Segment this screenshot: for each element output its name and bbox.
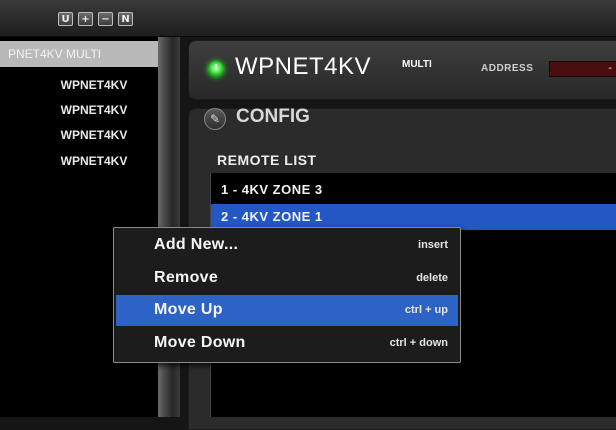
menu-item-add-new[interactable]: Add New... insert [116,230,458,261]
menu-item-remove[interactable]: Remove delete [116,263,458,294]
address-field[interactable]: - [549,61,616,77]
update-button[interactable]: U [58,12,73,26]
menu-item-move-down[interactable]: Move Down ctrl + down [116,328,458,359]
device-list-item-selected[interactable]: PNET4KV MULTI [0,41,158,67]
device-list-item[interactable]: WPNET4KV [0,98,158,122]
device-list-item[interactable]: WPNET4KV [0,123,158,147]
menu-item-label: Move Up [154,301,223,318]
menu-item-move-up[interactable]: Move Up ctrl + up [116,295,458,326]
add-device-button[interactable]: + [78,12,93,26]
device-list-item[interactable]: WPNET4KV [0,149,158,173]
device-title: WPNET4KV [235,53,372,80]
config-title: CONFIG [236,106,310,127]
remove-device-button[interactable]: − [98,12,113,26]
device-list-item[interactable]: WPNET4KV [0,73,158,97]
remote-list-item[interactable]: 1 - 4KV ZONE 3 [211,177,616,203]
menu-item-shortcut: insert [418,239,448,251]
menu-item-label: Remove [154,269,219,286]
menu-item-shortcut: ctrl + up [404,304,448,316]
device-subtitle: MULTI [402,59,432,70]
context-menu: Add New... insert Remove delete Move Up … [113,227,461,363]
menu-item-shortcut: ctrl + down [389,337,448,349]
new-button[interactable]: N [118,12,133,26]
address-label: ADDRESS [481,63,534,74]
menu-item-label: Add New... [154,236,239,253]
top-toolbar: U + − N [0,0,616,37]
power-icon[interactable] [208,61,224,77]
device-header: WPNET4KV MULTI ADDRESS - [188,40,616,100]
remote-list-label: REMOTE LIST [217,152,317,168]
menu-item-label: Move Down [154,334,246,351]
menu-item-shortcut: delete [416,272,448,284]
wrench-icon: ✎ [204,108,226,130]
